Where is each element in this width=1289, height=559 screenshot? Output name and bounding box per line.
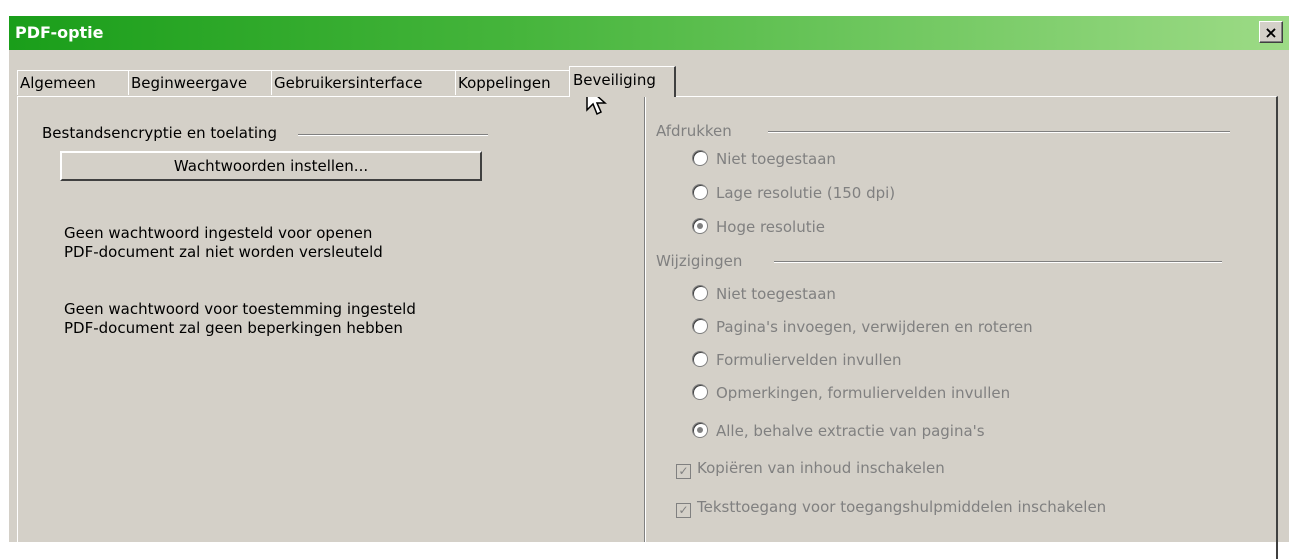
radio-icon (692, 285, 708, 301)
close-button[interactable]: × (1259, 21, 1283, 43)
radio-icon (692, 318, 708, 334)
tab-algemeen[interactable]: Algemeen (17, 70, 132, 95)
checkmark-icon: ✓ (676, 503, 691, 518)
changes-group-line (774, 261, 1222, 263)
encryption-group-label: Bestandsencryptie en toelating (42, 124, 278, 142)
changes-fill-forms-radio[interactable]: Formuliervelden invullen (692, 351, 901, 369)
changes-insert-delete-rotate-radio[interactable]: Pagina's invoegen, verwijderen en rotere… (692, 318, 1033, 336)
printing-group-label: Afdrukken (656, 122, 732, 140)
permission-password-status: Geen wachtwoord voor toestemming ingeste… (64, 300, 416, 318)
radio-selected-icon (692, 422, 708, 438)
group-divider (644, 80, 646, 542)
changes-group-label: Wijzigingen (656, 252, 743, 270)
encryption-group-line (298, 134, 488, 136)
radio-selected-icon (692, 218, 708, 234)
radio-icon (692, 184, 708, 200)
set-passwords-button[interactable]: Wachtwoorden instellen... (60, 151, 482, 181)
changes-not-allowed-radio[interactable]: Niet toegestaan (692, 285, 836, 303)
print-high-res-radio[interactable]: Hoge resolutie (692, 218, 825, 236)
radio-icon (692, 351, 708, 367)
radio-icon (692, 150, 708, 166)
window-title: PDF-optie (15, 23, 104, 42)
radio-icon (692, 384, 708, 400)
restrictions-status: PDF-document zal geen beperkingen hebben (64, 319, 403, 337)
close-icon: × (1264, 22, 1278, 42)
encryption-status: PDF-document zal niet worden versleuteld (64, 243, 383, 261)
tab-koppelingen[interactable]: Koppelingen (455, 70, 575, 95)
enable-accessibility-checkbox[interactable]: ✓ Teksttoegang voor toegangshulpmiddelen … (676, 498, 1106, 518)
checkmark-icon: ✓ (676, 464, 691, 479)
title-bar[interactable]: PDF-optie × (9, 16, 1289, 50)
enable-copy-checkbox[interactable]: ✓ Kopiëren van inhoud inschakelen (676, 459, 945, 479)
printing-group-line (768, 131, 1230, 133)
tab-beginweergave[interactable]: Beginweergave (128, 70, 275, 95)
print-not-allowed-radio[interactable]: Niet toegestaan (692, 150, 836, 168)
changes-all-except-extract-radio[interactable]: Alle, behalve extractie van pagina's (692, 422, 985, 440)
open-password-status: Geen wachtwoord ingesteld voor openen (64, 224, 373, 242)
print-low-res-radio[interactable]: Lage resolutie (150 dpi) (692, 184, 895, 202)
tab-beveiliging[interactable]: Beveiliging (569, 66, 676, 97)
pdf-options-dialog: PDF-optie × Algemeen Beginweergave Gebru… (8, 16, 1289, 559)
changes-comments-forms-radio[interactable]: Opmerkingen, formuliervelden invullen (692, 384, 1010, 402)
tab-gebruikersinterface[interactable]: Gebruikersinterface (271, 70, 459, 95)
